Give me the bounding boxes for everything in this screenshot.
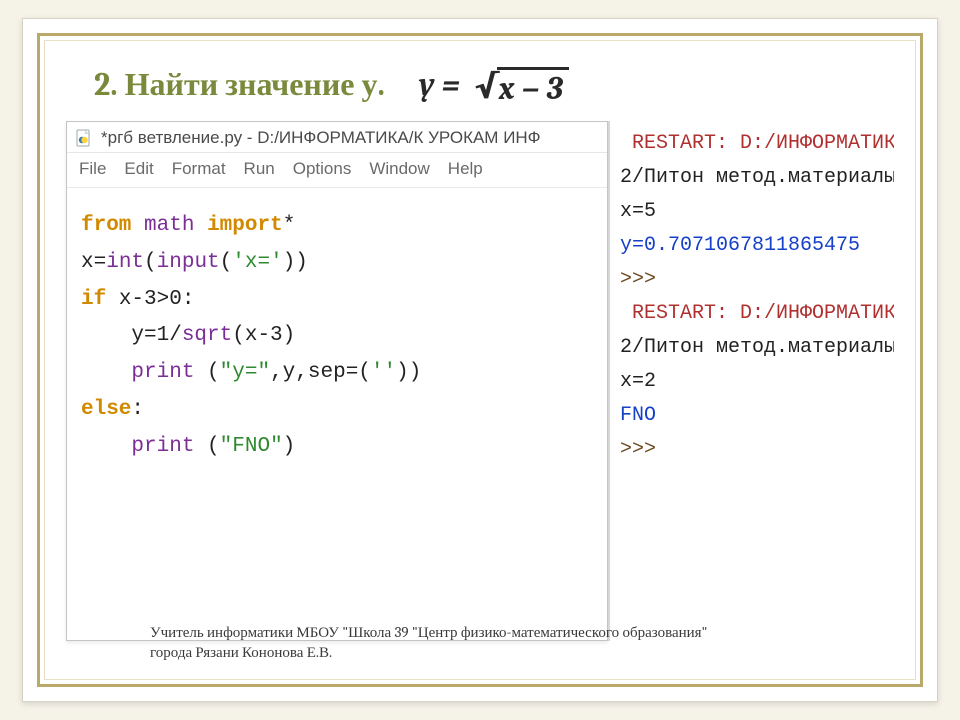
menu-item-help[interactable]: Help: [448, 159, 483, 179]
formula: y = √ x − 3: [419, 66, 569, 107]
shell-line: x=2: [620, 365, 890, 399]
shell-line: RESTART: D:/ИНФОРМАТИКА: [620, 127, 890, 161]
slide: 2. Найти значение у. y = √ x − 3: [22, 18, 938, 702]
menu-item-format[interactable]: Format: [172, 159, 226, 179]
screenshots-row: *ргб ветвление.ру - D:/ИНФОРМАТИКА/К УРО…: [66, 121, 894, 641]
footer-credit: Учитель информатики МБОУ "Школа 39 "Цент…: [150, 622, 707, 663]
shell-line: 2/Питон метод.материалы: [620, 161, 890, 195]
python-file-icon: [75, 129, 93, 147]
idle-editor-window: *ргб ветвление.ру - D:/ИНФОРМАТИКА/К УРО…: [66, 121, 608, 641]
editor-window-title: *ргб ветвление.ру - D:/ИНФОРМАТИКА/К УРО…: [101, 128, 541, 148]
menu-item-options[interactable]: Options: [293, 159, 352, 179]
editor-menubar[interactable]: File Edit Format Run Options Window Help: [67, 153, 607, 188]
slide-inner: 2. Найти значение у. y = √ x − 3: [37, 33, 923, 687]
footer-line-1: Учитель информатики МБОУ "Школа 39 "Цент…: [150, 622, 707, 642]
shell-line: 2/Питон метод.материалы: [620, 331, 890, 365]
footer-line-2: города Рязани Кононова Е.В.: [150, 642, 707, 662]
shell-line: >>>: [620, 433, 890, 467]
menu-item-run[interactable]: Run: [244, 159, 275, 179]
idle-shell-output: RESTART: D:/ИНФОРМАТИКА2/Питон метод.мат…: [608, 121, 894, 641]
shell-line: y=0.7071067811865475: [620, 229, 890, 263]
task-number: 2.: [94, 66, 118, 103]
shell-line: RESTART: D:/ИНФОРМАТИКА: [620, 297, 890, 331]
sqrt-symbol: √ x − 3: [474, 67, 569, 107]
task-title: 2. Найти значение у.: [94, 66, 385, 103]
formula-lhs: y =: [419, 66, 460, 103]
editor-code-area[interactable]: from math import*x=int(input('x='))if x-…: [67, 188, 607, 640]
menu-item-file[interactable]: File: [79, 159, 106, 179]
title-row: 2. Найти значение у. y = √ x − 3: [66, 66, 894, 107]
shell-line: x=5: [620, 195, 890, 229]
task-text: Найти значение у.: [125, 66, 385, 103]
shell-line: >>>: [620, 263, 890, 297]
editor-titlebar: *ргб ветвление.ру - D:/ИНФОРМАТИКА/К УРО…: [67, 122, 607, 153]
shell-line: FNO: [620, 399, 890, 433]
menu-item-window[interactable]: Window: [369, 159, 429, 179]
menu-item-edit[interactable]: Edit: [124, 159, 153, 179]
radical-icon: √: [474, 69, 500, 103]
formula-rhs: x − 3: [497, 67, 569, 107]
